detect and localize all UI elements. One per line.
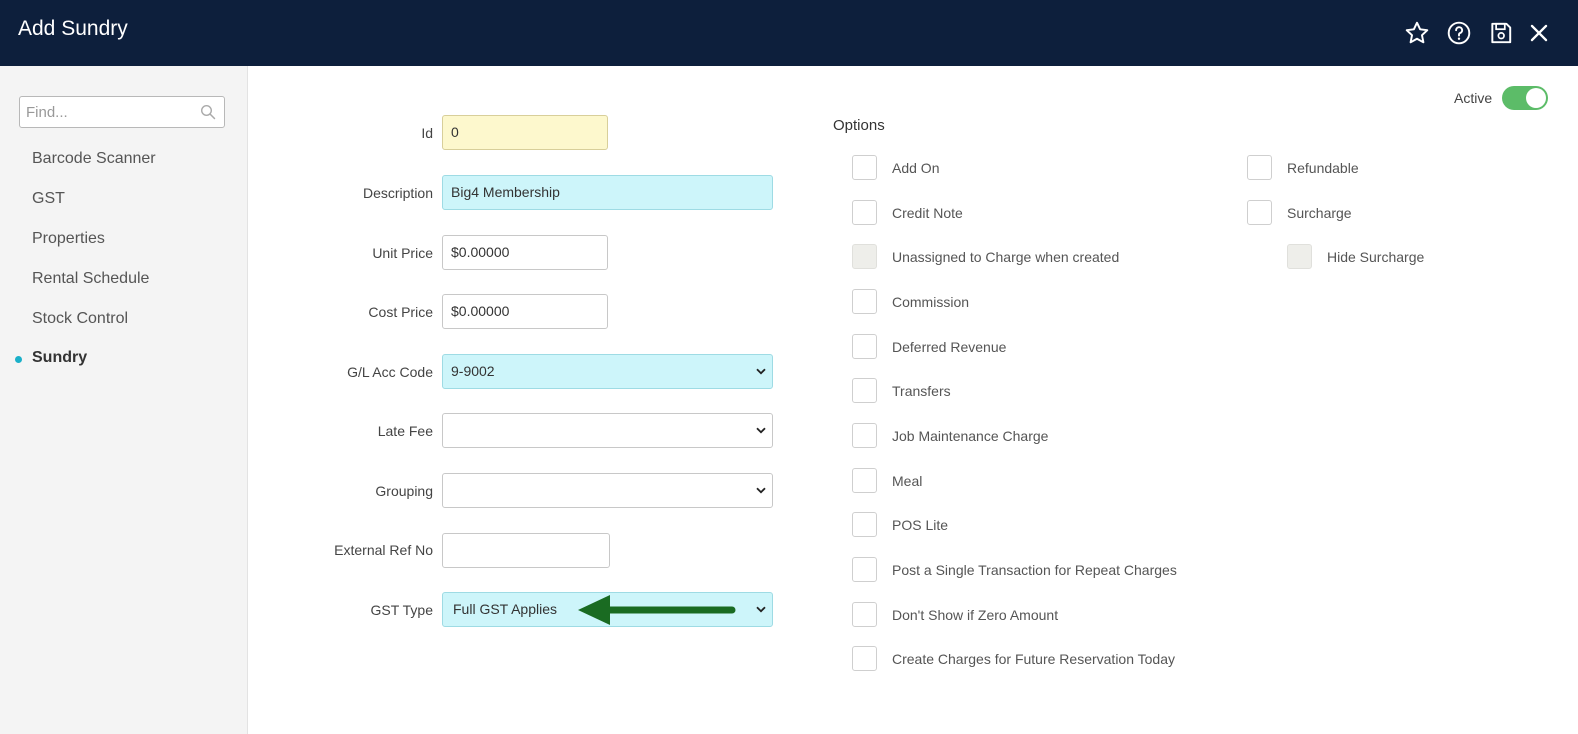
external-ref-no-field[interactable] bbox=[442, 533, 610, 568]
post-single-transaction-label: Post a Single Transaction for Repeat Cha… bbox=[892, 562, 1177, 578]
transfers-label: Transfers bbox=[892, 383, 951, 399]
job-maintenance-charge-checkbox[interactable] bbox=[852, 423, 877, 448]
external-ref-no-label: External Ref No bbox=[334, 542, 433, 558]
pos-lite-checkbox[interactable] bbox=[852, 512, 877, 537]
create-charges-future-label: Create Charges for Future Reservation To… bbox=[892, 651, 1175, 667]
gst-type-value: Full GST Applies bbox=[453, 601, 558, 617]
cost-price-label: Cost Price bbox=[368, 304, 433, 320]
commission-label: Commission bbox=[892, 294, 970, 310]
meal-label: Meal bbox=[892, 473, 923, 489]
grouping-select[interactable] bbox=[442, 473, 773, 508]
cost-price-field[interactable]: $0.00000 bbox=[442, 294, 608, 329]
description-label: Description bbox=[362, 185, 433, 201]
unit-price-field[interactable]: $0.00000 bbox=[442, 235, 608, 270]
header-bar: Add Sundry bbox=[0, 0, 1578, 66]
gst-type-label: GST Type bbox=[370, 602, 433, 618]
grouping-label: Grouping bbox=[375, 483, 433, 499]
hide-surcharge-label: Hide Surcharge bbox=[1327, 249, 1425, 265]
annotation-arrow-icon bbox=[578, 595, 736, 625]
credit-note-checkbox[interactable] bbox=[852, 200, 877, 225]
deferred-revenue-label: Deferred Revenue bbox=[892, 339, 1007, 355]
chevron-down-icon bbox=[756, 606, 766, 613]
credit-note-label: Credit Note bbox=[892, 205, 963, 221]
active-indicator-dot bbox=[15, 356, 22, 363]
dont-show-if-zero-checkbox[interactable] bbox=[852, 602, 877, 627]
id-value: 0 bbox=[451, 124, 459, 140]
active-label: Active bbox=[1454, 90, 1493, 106]
surcharge-label: Surcharge bbox=[1287, 205, 1352, 221]
sidebar-search-input[interactable] bbox=[19, 96, 225, 128]
unassigned-to-charge-label: Unassigned to Charge when created bbox=[892, 249, 1120, 265]
description-value: Big4 Membership bbox=[451, 184, 560, 200]
active-toggle[interactable] bbox=[1502, 86, 1548, 110]
search-icon bbox=[200, 104, 216, 120]
sidebar-item-barcode-scanner[interactable]: Barcode Scanner bbox=[32, 150, 156, 168]
unit-price-label: Unit Price bbox=[372, 245, 433, 261]
description-field[interactable]: Big4 Membership bbox=[442, 175, 773, 210]
sidebar-item-gst[interactable]: GST bbox=[32, 190, 65, 208]
refundable-checkbox[interactable] bbox=[1247, 155, 1272, 180]
cost-price-value: $0.00000 bbox=[451, 303, 510, 319]
sidebar-item-rental-schedule[interactable]: Rental Schedule bbox=[32, 270, 149, 288]
transfers-checkbox[interactable] bbox=[852, 378, 877, 403]
add-on-checkbox[interactable] bbox=[852, 155, 877, 180]
options-title: Options bbox=[833, 117, 885, 134]
sidebar-item-properties[interactable]: Properties bbox=[32, 230, 105, 248]
page-title: Add Sundry bbox=[18, 17, 128, 40]
refundable-label: Refundable bbox=[1287, 160, 1359, 176]
commission-checkbox[interactable] bbox=[852, 289, 877, 314]
unit-price-value: $0.00000 bbox=[451, 244, 510, 260]
meal-checkbox[interactable] bbox=[852, 468, 877, 493]
job-maintenance-charge-label: Job Maintenance Charge bbox=[892, 428, 1049, 444]
pos-lite-label: POS Lite bbox=[892, 517, 949, 533]
chevron-down-icon bbox=[756, 487, 766, 494]
deferred-revenue-checkbox[interactable] bbox=[852, 334, 877, 359]
chevron-down-icon bbox=[756, 427, 766, 434]
chevron-down-icon bbox=[756, 368, 766, 375]
sidebar: Barcode Scanner GST Properties Rental Sc… bbox=[0, 66, 248, 734]
post-single-transaction-checkbox[interactable] bbox=[852, 557, 877, 582]
save-icon[interactable] bbox=[1488, 20, 1514, 46]
gl-acc-code-label: G/L Acc Code bbox=[347, 364, 433, 380]
surcharge-checkbox[interactable] bbox=[1247, 200, 1272, 225]
late-fee-select[interactable] bbox=[442, 413, 773, 448]
help-icon[interactable] bbox=[1446, 20, 1472, 46]
id-field[interactable]: 0 bbox=[442, 115, 608, 150]
star-icon[interactable] bbox=[1404, 20, 1430, 46]
gl-acc-code-value: 9-9002 bbox=[451, 363, 495, 379]
toggle-knob bbox=[1526, 88, 1546, 108]
hide-surcharge-checkbox bbox=[1287, 244, 1312, 269]
unassigned-to-charge-checkbox bbox=[852, 244, 877, 269]
dont-show-if-zero-label: Don't Show if Zero Amount bbox=[892, 607, 1059, 623]
add-on-label: Add On bbox=[892, 160, 940, 176]
gl-acc-code-select[interactable]: 9-9002 bbox=[442, 354, 773, 389]
close-icon[interactable] bbox=[1526, 20, 1552, 46]
id-label: Id bbox=[421, 125, 433, 141]
create-charges-future-checkbox[interactable] bbox=[852, 646, 877, 671]
late-fee-label: Late Fee bbox=[377, 423, 433, 439]
sidebar-item-sundry[interactable]: Sundry bbox=[32, 349, 87, 367]
sidebar-item-stock-control[interactable]: Stock Control bbox=[32, 310, 128, 328]
